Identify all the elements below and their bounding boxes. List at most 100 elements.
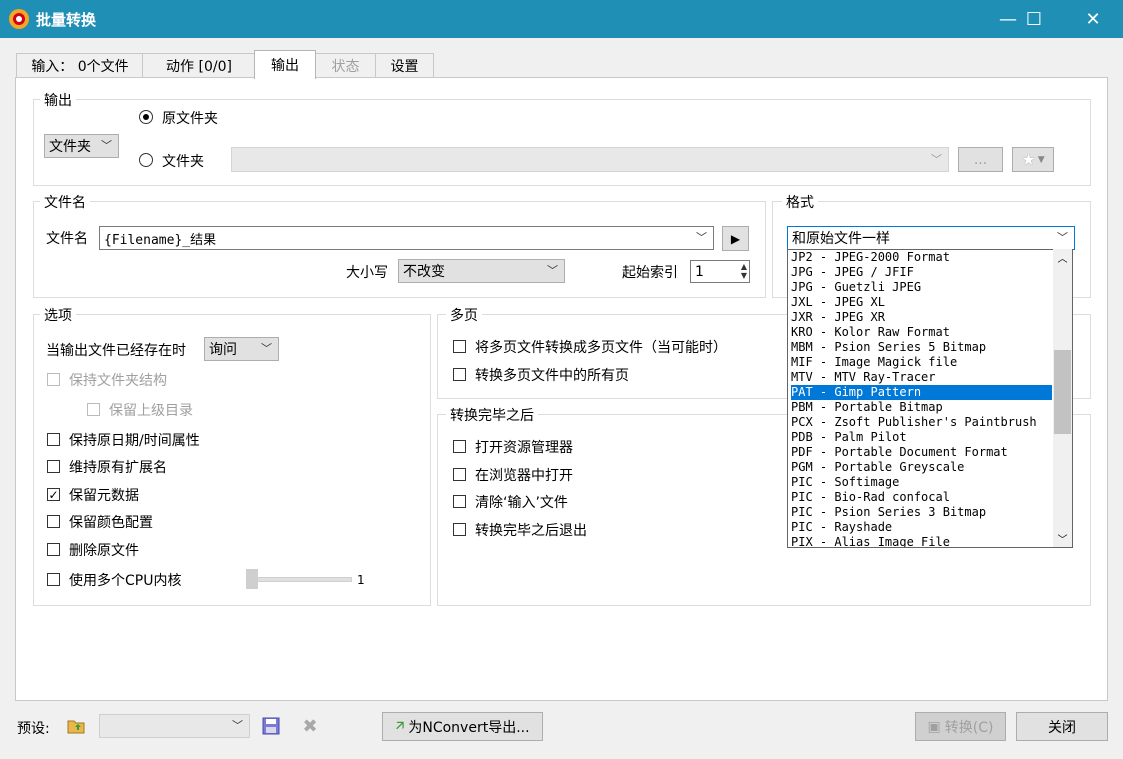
keep-ext-label: 维持原有扩展名 bbox=[69, 460, 167, 476]
spin-arrows-icon: ▲ ▼ bbox=[740, 262, 747, 280]
export-nconvert-button[interactable]: 🡭 为NConvert导出... bbox=[382, 712, 543, 741]
preset-label: 预设: bbox=[17, 721, 50, 737]
chevron-down-icon: ﹀ bbox=[232, 719, 243, 733]
cpu-count-value: 1 bbox=[357, 573, 365, 587]
chevron-down-icon: ﹀ bbox=[1057, 231, 1068, 245]
filename-input[interactable]: {Filename}_结果 ﹀ bbox=[99, 226, 714, 250]
preset-combo[interactable]: ﹀ bbox=[99, 714, 250, 738]
keep-date-checkbox[interactable] bbox=[47, 433, 60, 446]
format-option[interactable]: PIC - Psion Series 3 Bitmap bbox=[791, 505, 1052, 520]
favorite-button[interactable]: ★ ▼ bbox=[1012, 147, 1054, 172]
exists-action-combo[interactable]: 询问 ﹀ bbox=[204, 337, 279, 361]
chevron-down-icon: ﹀ bbox=[261, 342, 272, 356]
options-group-title: 选项 bbox=[40, 305, 76, 325]
format-option[interactable]: JXR - JPEG XR bbox=[791, 310, 1052, 325]
tab-status[interactable]: 状态 bbox=[314, 53, 377, 78]
format-option[interactable]: MTV - MTV Ray-Tracer bbox=[791, 370, 1052, 385]
format-option[interactable]: PIX - Alias Image File bbox=[791, 535, 1052, 547]
keep-ext-checkbox[interactable] bbox=[47, 460, 60, 473]
format-option[interactable]: MBM - Psion Series 5 Bitmap bbox=[791, 340, 1052, 355]
all-pages-checkbox[interactable] bbox=[453, 368, 466, 381]
cpu-slider-thumb[interactable] bbox=[246, 569, 258, 589]
format-group-title: 格式 bbox=[782, 192, 818, 212]
radio-original-label: 原文件夹 bbox=[162, 111, 218, 127]
clear-input-checkbox[interactable] bbox=[453, 495, 466, 508]
keep-meta-label: 保留元数据 bbox=[69, 488, 139, 504]
start-index-label: 起始索引 bbox=[622, 265, 678, 281]
format-combo[interactable]: 和原始文件一样 ﹀ bbox=[787, 226, 1075, 250]
format-option[interactable]: JP2 - JPEG-2000 Format bbox=[791, 250, 1052, 265]
chevron-down-icon: ﹀ bbox=[696, 231, 707, 245]
star-icon: ★ bbox=[1021, 150, 1036, 169]
clear-input-label: 清除‘输入’文件 bbox=[475, 495, 568, 511]
keep-date-label: 保持原日期/时间属性 bbox=[69, 433, 200, 449]
format-option[interactable]: JXL - JPEG XL bbox=[791, 295, 1052, 310]
close-button[interactable]: 关闭 bbox=[1016, 712, 1108, 741]
multi-cpu-label: 使用多个CPU内核 bbox=[69, 573, 182, 589]
folder-path-combo[interactable]: ﹀ bbox=[231, 147, 949, 172]
keep-structure-checkbox[interactable] bbox=[47, 373, 60, 386]
tab-input[interactable]: 输入： 0个文件 bbox=[16, 53, 144, 78]
format-option[interactable]: PCX - Zsoft Publisher's Paintbrush bbox=[791, 415, 1052, 430]
case-label: 大小写 bbox=[346, 265, 388, 281]
radio-custom-folder[interactable] bbox=[139, 153, 153, 167]
convert-button[interactable]: ▣ 转换(C) bbox=[915, 712, 1006, 741]
open-explorer-checkbox[interactable] bbox=[453, 440, 466, 453]
radio-folder-label: 文件夹 bbox=[162, 154, 204, 170]
scroll-up-icon[interactable]: ︿ bbox=[1053, 249, 1072, 266]
exit-after-label: 转换完毕之后退出 bbox=[475, 523, 587, 539]
open-folder-icon[interactable] bbox=[66, 716, 86, 736]
chevron-down-icon: ﹀ bbox=[931, 152, 942, 166]
browse-button[interactable]: ... bbox=[958, 147, 1003, 172]
start-index-stepper[interactable]: 1 ▲ ▼ bbox=[690, 260, 750, 283]
keep-parent-checkbox[interactable] bbox=[87, 403, 100, 416]
format-list-scrollbar[interactable]: ︿ ﹀ bbox=[1053, 249, 1072, 547]
format-option[interactable]: JPG - Guetzli JPEG bbox=[791, 280, 1052, 295]
close-window-button[interactable]: ✕ bbox=[1070, 0, 1116, 38]
to-multipage-checkbox[interactable] bbox=[453, 340, 466, 353]
convert-icon: ▣ bbox=[927, 718, 941, 735]
tab-settings[interactable]: 设置 bbox=[375, 53, 434, 78]
cpu-slider-track[interactable] bbox=[246, 577, 352, 582]
chevron-down-icon: ﹀ bbox=[547, 264, 558, 278]
format-option[interactable]: PIC - Softimage bbox=[791, 475, 1052, 490]
format-option[interactable]: PDF - Portable Document Format bbox=[791, 445, 1052, 460]
format-option-selected[interactable]: PAT - Gimp Pattern bbox=[791, 385, 1052, 400]
output-type-combo[interactable]: 文件夹 ﹀ bbox=[44, 134, 119, 158]
delete-preset-icon[interactable]: ✖ bbox=[300, 716, 320, 737]
scrollbar-thumb[interactable] bbox=[1054, 350, 1071, 434]
open-browser-label: 在浏览器中打开 bbox=[475, 468, 573, 484]
case-combo[interactable]: 不改变 ﹀ bbox=[398, 259, 565, 283]
delete-original-label: 删除原文件 bbox=[69, 543, 139, 559]
filename-label: 文件名 bbox=[46, 231, 88, 247]
scroll-down-icon[interactable]: ﹀ bbox=[1053, 530, 1072, 547]
after-convert-group-title: 转换完毕之后 bbox=[446, 405, 538, 425]
insert-macro-button[interactable]: ▶ bbox=[722, 226, 749, 251]
open-browser-checkbox[interactable] bbox=[453, 468, 466, 481]
keep-parent-label: 保留上级目录 bbox=[109, 403, 193, 419]
save-preset-icon[interactable] bbox=[262, 717, 280, 735]
format-option[interactable]: PBM - Portable Bitmap bbox=[791, 400, 1052, 415]
app-logo-icon bbox=[8, 8, 30, 30]
radio-original-folder[interactable] bbox=[139, 110, 153, 124]
tab-output[interactable]: 输出 bbox=[254, 50, 316, 79]
play-icon: ▶ bbox=[730, 231, 741, 246]
keep-meta-checkbox[interactable]: ✓ bbox=[47, 488, 60, 501]
keep-structure-label: 保持文件夹结构 bbox=[69, 373, 167, 389]
delete-original-checkbox[interactable] bbox=[47, 543, 60, 556]
format-option[interactable]: PGM - Portable Greyscale bbox=[791, 460, 1052, 475]
exit-after-checkbox[interactable] bbox=[453, 523, 466, 536]
tab-actions[interactable]: 动作 [0/0] bbox=[142, 53, 256, 78]
format-option[interactable]: PIC - Bio-Rad confocal bbox=[791, 490, 1052, 505]
format-dropdown-list[interactable]: JP2 - JPEG-2000 Format JPG - JPEG / JFIF… bbox=[787, 249, 1073, 548]
format-option[interactable]: PDB - Palm Pilot bbox=[791, 430, 1052, 445]
format-option[interactable]: KRO - Kolor Raw Format bbox=[791, 325, 1052, 340]
multipage-group-title: 多页 bbox=[446, 305, 482, 325]
multi-cpu-checkbox[interactable] bbox=[47, 573, 60, 586]
format-option[interactable]: JPG - JPEG / JFIF bbox=[791, 265, 1052, 280]
keep-color-checkbox[interactable] bbox=[47, 515, 60, 528]
exists-label: 当输出文件已经存在时 bbox=[46, 343, 186, 359]
maximize-button[interactable]: ☐ bbox=[1011, 0, 1057, 38]
format-option[interactable]: PIC - Rayshade bbox=[791, 520, 1052, 535]
format-option[interactable]: MIF - Image Magick file bbox=[791, 355, 1052, 370]
